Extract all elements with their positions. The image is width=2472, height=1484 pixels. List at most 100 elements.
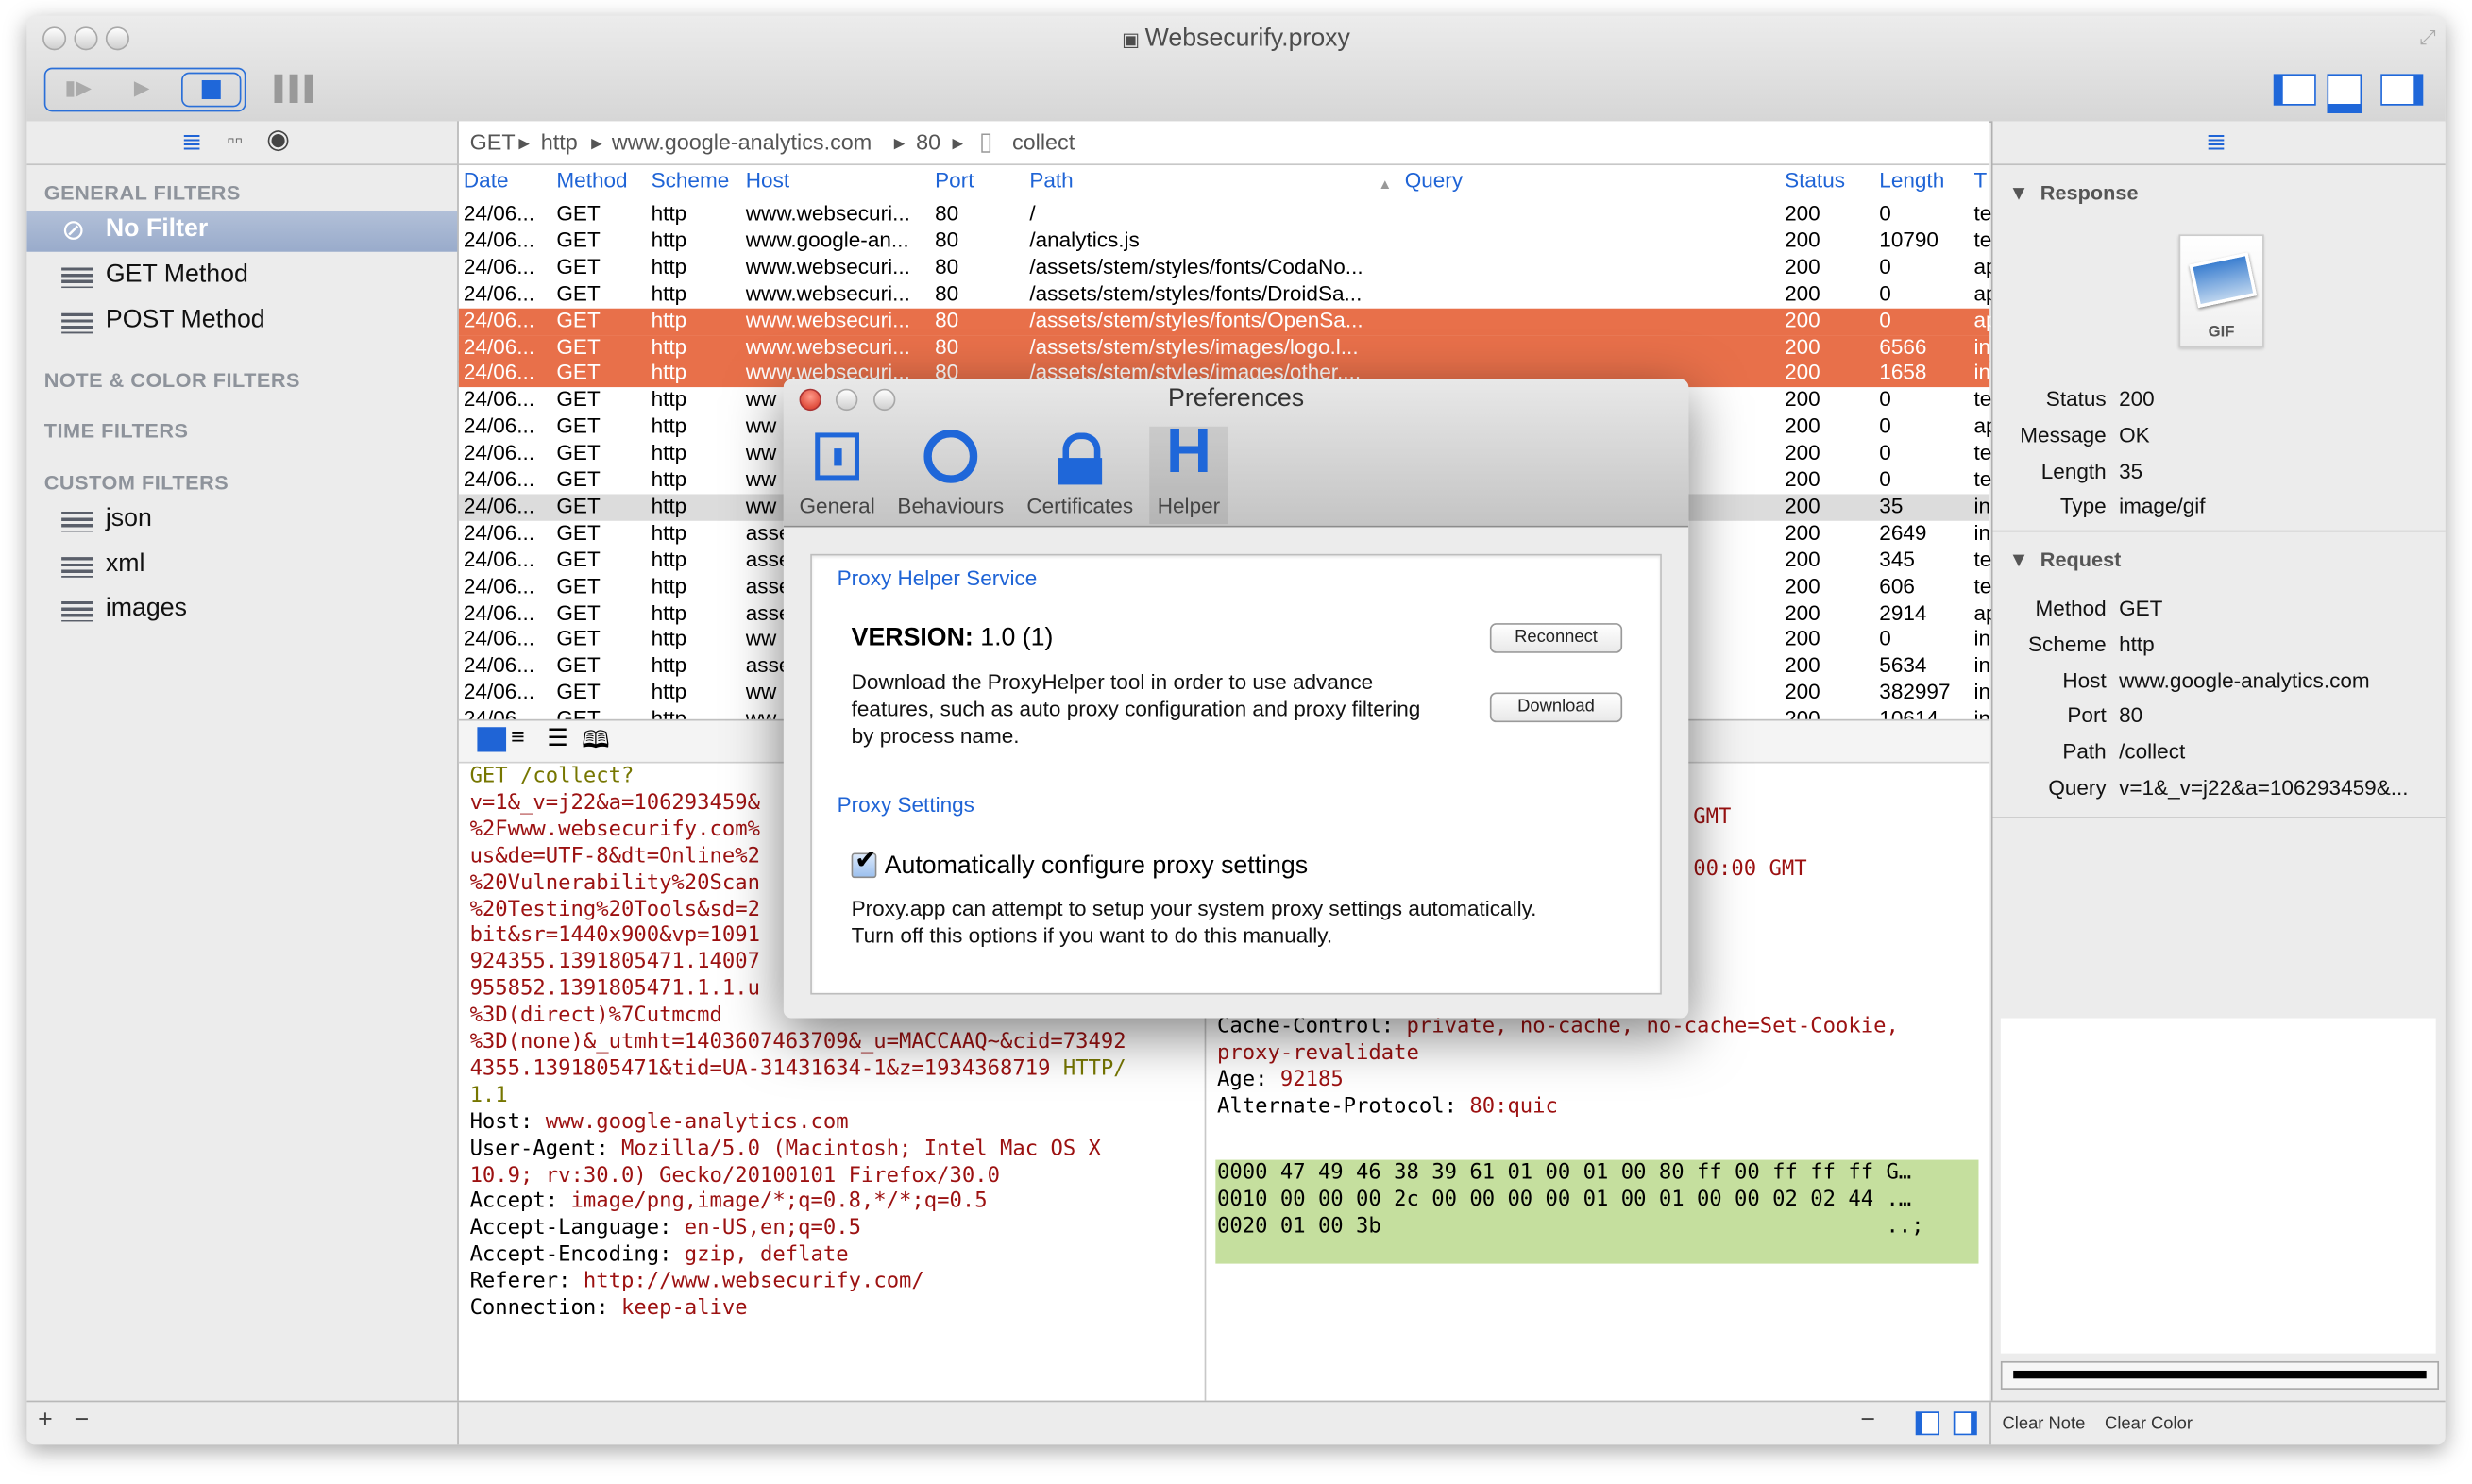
tab-general[interactable]: General — [793, 427, 882, 524]
field-label: Host — [2062, 667, 2107, 692]
field-value[interactable]: www.google-analytics.com — [2119, 668, 2370, 692]
note-textarea[interactable] — [2000, 1018, 2436, 1354]
column-header-length[interactable]: Length — [1879, 168, 1944, 192]
column-header-host[interactable]: Host — [746, 168, 789, 192]
sidebar-item-post-method[interactable]: POST Method — [26, 302, 457, 343]
table-row[interactable]: 24/06... GET http www.websecuri... 80/assets… — [459, 280, 1998, 308]
eye-icon[interactable]: ◉ — [266, 125, 290, 156]
field-value[interactable]: http — [2119, 632, 2155, 656]
column-header-t[interactable]: T — [1973, 168, 1987, 192]
text-view-icon[interactable]: ≡ — [511, 724, 525, 750]
settings-heading: Proxy Settings — [837, 793, 974, 818]
color-well[interactable] — [2000, 1360, 2440, 1390]
clear-color-button[interactable]: Clear Color — [2105, 1415, 2193, 1434]
stop-button[interactable] — [181, 72, 242, 108]
cell-status: 200 — [1785, 308, 1820, 332]
table-row[interactable]: 24/06... GET http www.websecuri... 80/assets… — [458, 334, 1990, 362]
response-section-header[interactable]: ▼ Response — [2008, 181, 2138, 205]
cell-scheme: http — [651, 280, 687, 305]
reconnect-button[interactable]: Reconnect — [1489, 623, 1623, 653]
section-title: Response — [2040, 180, 2139, 205]
sidebar-item-get-method[interactable]: GET Method — [26, 257, 457, 297]
tab-helper[interactable]: H Helper — [1149, 417, 1228, 525]
field-value[interactable]: 200 — [2119, 387, 2155, 411]
toggle-sidebar-button[interactable] — [2273, 74, 2316, 106]
version-value: 1.0 (1) — [980, 624, 1054, 652]
cell-date: 24/06... — [463, 254, 535, 278]
add-filter-button[interactable]: + — [38, 1407, 53, 1435]
breadcrumb-method[interactable]: GET — [470, 129, 516, 155]
outline-view-icon[interactable]: ☰ — [547, 724, 567, 751]
field-value[interactable]: 80 — [2119, 704, 2142, 728]
section-time-filters[interactable]: TIME FILTERS — [44, 418, 189, 442]
sidebar-item-images[interactable]: images — [26, 590, 457, 631]
code-token: 80:quic — [1469, 1094, 1558, 1119]
split-view-icon[interactable]: ▐█▌ — [470, 727, 514, 750]
cell-scheme: http — [651, 599, 687, 624]
breadcrumb: GET ▶ http ▶ www.google-analytics.com ▶ … — [458, 121, 1990, 166]
cell-status: 200 — [1785, 467, 1820, 492]
table-row[interactable]: 24/06... GET http www.websecuri... 80/assets… — [459, 254, 1998, 281]
cell-status: 200 — [1785, 280, 1820, 305]
breadcrumb-scheme[interactable]: http — [541, 129, 578, 155]
play-icon[interactable]: ▶ — [134, 76, 150, 101]
column-header-date[interactable]: Date — [464, 168, 509, 192]
field-value[interactable]: 35 — [2119, 459, 2142, 482]
breadcrumb-host[interactable]: www.google-analytics.com — [612, 129, 872, 155]
cell-status: 200 — [1785, 599, 1820, 624]
cell-date: 24/06... — [463, 653, 535, 678]
cell-scheme: http — [651, 334, 687, 359]
field-value[interactable]: OK — [2119, 423, 2150, 447]
split-right-button[interactable] — [1953, 1411, 1977, 1436]
book-icon[interactable]: 🕮 — [582, 724, 610, 764]
column-header-method[interactable]: Method — [556, 168, 627, 192]
section-note-color-filters[interactable]: NOTE & COLOR FILTERS — [44, 368, 300, 392]
cell-method: GET — [556, 440, 601, 464]
table-row[interactable]: 24/06... GET http www.websecuri... 80/200 0 te — [459, 201, 1991, 228]
tab-behaviours[interactable]: Behaviours — [890, 427, 1010, 524]
auto-config-checkbox[interactable]: ✔ — [851, 845, 877, 879]
column-header-scheme[interactable]: Scheme — [652, 168, 730, 192]
cell-status: 200 — [1785, 653, 1820, 678]
download-button[interactable]: Download — [1489, 692, 1623, 723]
request-section-header[interactable]: ▼ Request — [2008, 548, 2121, 571]
remove-filter-button[interactable]: − — [74, 1407, 89, 1435]
table-row[interactable]: 24/06... GET http www.google-an... 80/analyt… — [459, 228, 1991, 255]
auto-config-label[interactable]: Automatically configure proxy settings — [885, 853, 1308, 882]
field-value[interactable]: v=1&_v=j22&a=106293459&... — [2119, 776, 2408, 800]
field-value[interactable]: /collect — [2119, 740, 2185, 764]
minus-button[interactable]: − — [1860, 1407, 1875, 1435]
field-value[interactable]: GET — [2119, 597, 2162, 620]
column-header-path[interactable]: Path — [1029, 168, 1073, 192]
cell-date: 24/06... — [463, 308, 535, 332]
sidebar-item-no-filter[interactable]: ⊘ No Filter — [26, 211, 458, 252]
fullscreen-icon[interactable]: ⤢ — [2419, 25, 2435, 51]
toggle-bottom-pane-button[interactable] — [2327, 74, 2362, 114]
sidebar-item-json[interactable]: json — [26, 500, 457, 541]
grid-view-icon[interactable]: ▫▫ — [227, 127, 243, 153]
cell-path: /assets/stem/styles/fonts/OpenSa... — [1029, 308, 1363, 332]
split-left-button[interactable] — [1915, 1411, 1939, 1436]
column-header-status[interactable]: Status — [1785, 168, 1845, 192]
list-view-icon[interactable]: ≣ — [181, 126, 202, 157]
code-token: Cache-Control: — [1217, 1015, 1407, 1039]
breadcrumb-path[interactable]: collect — [1012, 129, 1075, 155]
list-icon — [61, 600, 93, 622]
sidebar-item-xml[interactable]: xml — [26, 546, 457, 586]
code-line: %20Vulnerability%20Scan — [470, 869, 760, 896]
cell-scheme: http — [651, 467, 687, 492]
code-token: www.google-analytics.com — [545, 1110, 849, 1135]
cell-scheme: http — [651, 680, 687, 704]
clear-note-button[interactable]: Clear Note — [2003, 1415, 2086, 1434]
tab-certificates[interactable]: Certificates — [1020, 427, 1140, 524]
breadcrumb-port[interactable]: 80 — [916, 129, 940, 155]
toggle-inspector-button[interactable] — [2380, 74, 2424, 106]
step-icon[interactable]: ▮▶ — [64, 76, 92, 101]
list-view-icon[interactable]: ≣ — [2206, 126, 2226, 157]
cell-length: 5634 — [1879, 653, 1927, 678]
column-header-port[interactable]: Port — [935, 168, 974, 192]
table-row[interactable]: 24/06... GET http www.websecuri... 80/assets… — [458, 308, 1998, 335]
column-header-query[interactable]: Query — [1405, 168, 1463, 192]
field-value[interactable]: image/gif — [2119, 495, 2205, 518]
columns-icon[interactable]: ▌▌▌ — [275, 76, 322, 102]
